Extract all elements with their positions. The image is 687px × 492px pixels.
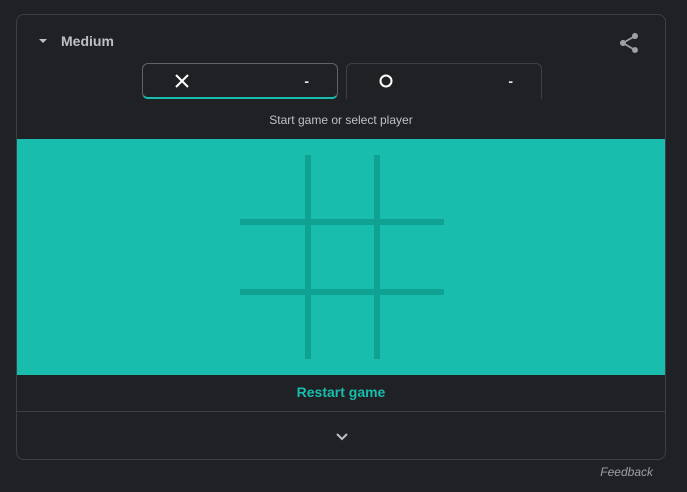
board-cell-9[interactable] (380, 295, 446, 361)
tic-tac-toe-card: Medium - - Start game or select player R… (16, 14, 666, 460)
board-cell-7[interactable] (240, 295, 306, 361)
board-cell-2[interactable] (311, 155, 377, 221)
player-x-score: - (304, 73, 309, 89)
restart-game-button[interactable]: Restart game (17, 384, 665, 400)
expand-button[interactable] (334, 429, 350, 445)
board-cell-3[interactable] (380, 155, 446, 221)
game-board (240, 155, 444, 359)
board-area (17, 139, 665, 375)
share-icon (620, 33, 638, 53)
status-text: Start game or select player (269, 113, 413, 127)
difficulty-label: Medium (61, 33, 114, 49)
board-cell-4[interactable] (240, 225, 306, 291)
x-mark-icon (175, 74, 189, 88)
chevron-down-icon (336, 433, 348, 441)
board-cell-8[interactable] (311, 295, 377, 361)
share-button[interactable] (617, 31, 641, 55)
caret-down-icon (39, 39, 47, 43)
board-cell-1[interactable] (240, 155, 306, 221)
o-mark-icon (379, 74, 393, 88)
board-cell-6[interactable] (380, 225, 446, 291)
player-x-tab[interactable]: - (142, 63, 338, 99)
feedback-link[interactable]: Feedback (600, 465, 653, 479)
player-o-score: - (508, 73, 513, 89)
board-cell-5[interactable] (311, 225, 377, 291)
player-o-tab[interactable]: - (346, 63, 542, 99)
difficulty-dropdown[interactable]: Medium (39, 31, 114, 51)
divider (17, 411, 665, 412)
